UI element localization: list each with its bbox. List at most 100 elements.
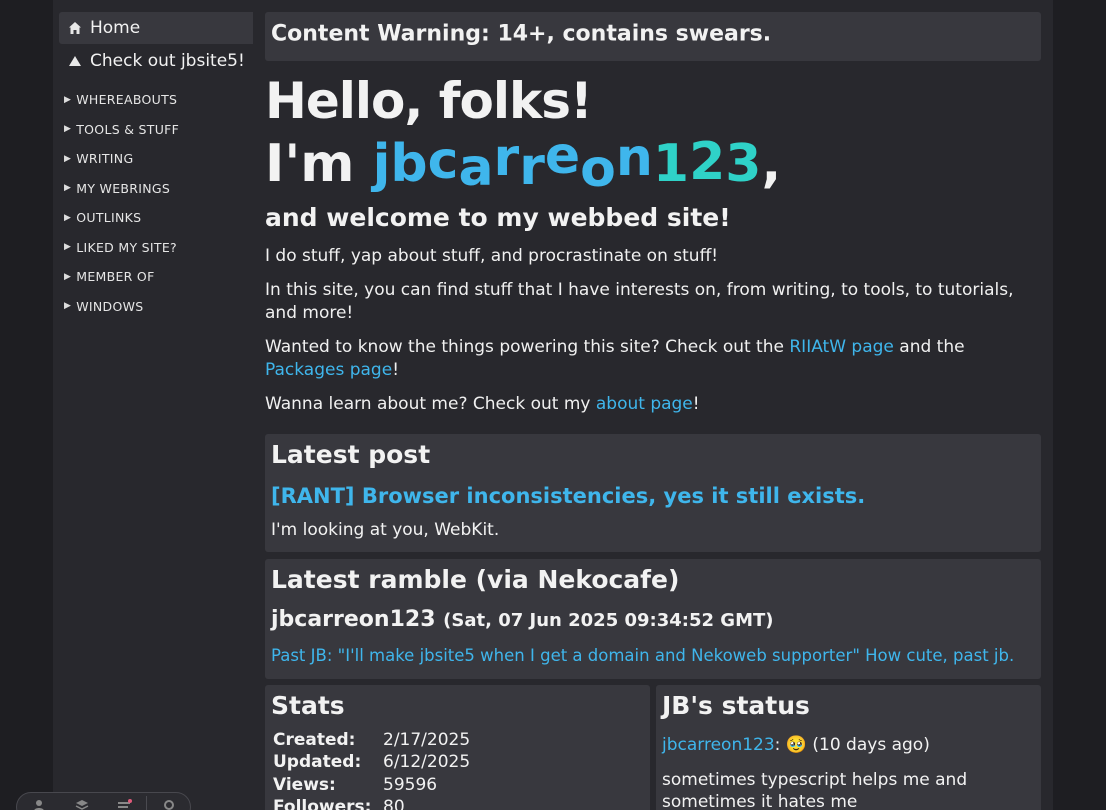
intro-p3-text: and the — [893, 337, 965, 357]
status-line: jbcarreon123: 🥹 (10 days ago) — [662, 735, 930, 755]
disclosure-triangle-icon: ▶ — [64, 242, 72, 253]
disclosure-triangle-icon: ▶ — [64, 301, 72, 312]
status-message: sometimes typescript helps me and someti… — [662, 770, 968, 810]
hero-welcome: and welcome to my webbed site! — [265, 203, 731, 232]
dock-menu-button[interactable] — [103, 793, 146, 810]
nav-home-label: Home — [90, 18, 141, 38]
stat-views: Views: 59596 — [273, 775, 437, 795]
nav-section-outlinks[interactable]: ▶ OUTLINKS — [53, 203, 253, 233]
stat-value: 6/12/2025 — [383, 752, 471, 772]
stat-key: Views: — [273, 775, 336, 795]
disclosure-triangle-icon: ▶ — [64, 271, 72, 282]
latest-post-heading: Latest post — [271, 440, 431, 469]
disclosure-triangle-icon: ▶ — [64, 153, 72, 164]
hero-comma: , — [761, 134, 782, 194]
nav-section-webrings[interactable]: ▶ MY WEBRINGS — [53, 174, 253, 204]
intro-p4-text: Wanna learn about me? Check out my — [265, 394, 596, 414]
packages-link[interactable]: Packages page — [265, 360, 392, 380]
ramble-link[interactable]: Past JB: "I'll make jbsite5 when I get a… — [271, 646, 1014, 665]
name-letter: r — [519, 137, 545, 197]
nav-section-windows[interactable]: ▶ WINDOWS — [53, 292, 253, 322]
latest-post-link[interactable]: [RANT] Browser inconsistencies, yes it s… — [271, 484, 865, 508]
name-letter: e — [544, 126, 581, 186]
nav-section-label: OUTLINKS — [76, 210, 142, 226]
gear-icon — [163, 800, 174, 810]
triangle-up-icon — [67, 53, 83, 69]
dock-stack-button[interactable] — [60, 793, 103, 810]
ramble-user: jbcarreon123 — [271, 607, 436, 632]
latest-ramble-box: Latest ramble (via Nekocafe) jbcarreon12… — [265, 559, 1041, 679]
name-letter: j — [372, 134, 391, 194]
intro-p1: I do stuff, yap about stuff, and procras… — [265, 246, 719, 266]
dock-user-button[interactable] — [17, 793, 60, 810]
menu-notification-icon — [117, 799, 132, 808]
name-letter: c — [427, 131, 459, 191]
stat-value: 80 — [383, 797, 405, 810]
ramble-header: jbcarreon123 (Sat, 07 Jun 2025 09:34:52 … — [271, 607, 774, 632]
stat-key: Created: — [273, 730, 356, 750]
nav-section-member[interactable]: ▶ MEMBER OF — [53, 262, 253, 292]
status-user-link[interactable]: jbcarreon123 — [662, 735, 775, 755]
name-digit: 3 — [725, 134, 762, 194]
intro-p4-text: ! — [692, 394, 700, 414]
about-link[interactable]: about page — [596, 394, 693, 414]
latest-post-subtitle: I'm looking at you, WebKit. — [271, 520, 500, 540]
nav-jbsite5[interactable]: Check out jbsite5! — [59, 45, 253, 77]
intro-p4: Wanna learn about me? Check out my about… — [265, 393, 1041, 416]
riiatw-link[interactable]: RIIAtW page — [789, 337, 894, 357]
hero-name-line: I'm jbcarreon123, — [265, 126, 782, 200]
home-icon — [67, 20, 83, 36]
nav-section-label: WRITING — [76, 151, 134, 167]
nav-section-label: MY WEBRINGS — [76, 180, 171, 196]
stat-key: Updated: — [273, 752, 362, 772]
nav-section-tools[interactable]: ▶ TOOLS & STUFF — [53, 115, 253, 145]
stat-created: Created: 2/17/2025 — [273, 730, 470, 750]
status-ago: (10 days ago) — [812, 735, 930, 755]
stat-value: 2/17/2025 — [383, 730, 471, 750]
intro-p3-text: Wanted to know the things powering this … — [265, 337, 790, 357]
disclosure-triangle-icon: ▶ — [64, 94, 72, 105]
hero-im: I'm — [265, 134, 355, 194]
nav-section-label: LIKED MY SITE? — [76, 239, 177, 255]
nav-section-label: WHEREABOUTS — [76, 92, 178, 108]
user-icon — [33, 800, 44, 810]
nav-section-writing[interactable]: ▶ WRITING — [53, 144, 253, 174]
name-letter: n — [615, 128, 653, 188]
name-digit: 1 — [652, 134, 690, 194]
stack-icon — [75, 800, 88, 810]
latest-ramble-heading: Latest ramble (via Nekocafe) — [271, 565, 680, 594]
latest-post-box: Latest post [RANT] Browser inconsistenci… — [265, 434, 1041, 552]
disclosure-triangle-icon: ▶ — [64, 124, 72, 135]
nav-section-label: MEMBER OF — [76, 269, 155, 285]
nav-section-whereabouts[interactable]: ▶ WHEREABOUTS — [53, 85, 253, 115]
name-letter: a — [458, 138, 494, 198]
nav-jbsite5-label: Check out jbsite5! — [90, 51, 245, 71]
hero-hello: Hello, folks! — [265, 72, 593, 130]
name-letter: o — [580, 139, 616, 199]
stats-heading: Stats — [271, 691, 345, 720]
nav-section-liked[interactable]: ▶ LIKED MY SITE? — [53, 233, 253, 263]
stat-followers: Followers: 80 — [273, 797, 405, 810]
bottom-dock — [16, 792, 191, 810]
content-warning-text: Content Warning: 14+, contains swears. — [271, 21, 772, 47]
name-letter: r — [493, 128, 520, 188]
status-emoji: 🥹 — [785, 735, 807, 755]
stat-key: Followers: — [273, 797, 372, 810]
stat-value: 59596 — [383, 775, 438, 795]
intro-p3-text: ! — [392, 360, 400, 380]
dock-settings-button[interactable] — [147, 793, 190, 810]
ramble-date: (Sat, 07 Jun 2025 09:34:52 GMT) — [443, 610, 774, 631]
intro-p3: Wanted to know the things powering this … — [265, 336, 1041, 382]
status-box: JB's status jbcarreon123: 🥹 (10 days ago… — [656, 685, 1041, 810]
stats-box: Stats Created: 2/17/2025 Updated: 6/12/202… — [265, 685, 650, 810]
disclosure-triangle-icon: ▶ — [64, 183, 72, 194]
nav-home[interactable]: Home — [59, 12, 253, 44]
nav-section-label: TOOLS & STUFF — [76, 121, 180, 137]
content-warning-box: Content Warning: 14+, contains swears. — [265, 12, 1041, 61]
status-heading: JB's status — [662, 691, 810, 720]
disclosure-triangle-icon: ▶ — [64, 212, 72, 223]
sidebar: Home Check out jbsite5! ▶ WHEREABOUTS ▶ TO… — [53, 0, 253, 810]
stat-updated: Updated: 6/12/2025 — [273, 752, 470, 772]
intro-p2: In this site, you can find stuff that I … — [265, 280, 1014, 323]
nav-section-label: WINDOWS — [76, 298, 144, 314]
